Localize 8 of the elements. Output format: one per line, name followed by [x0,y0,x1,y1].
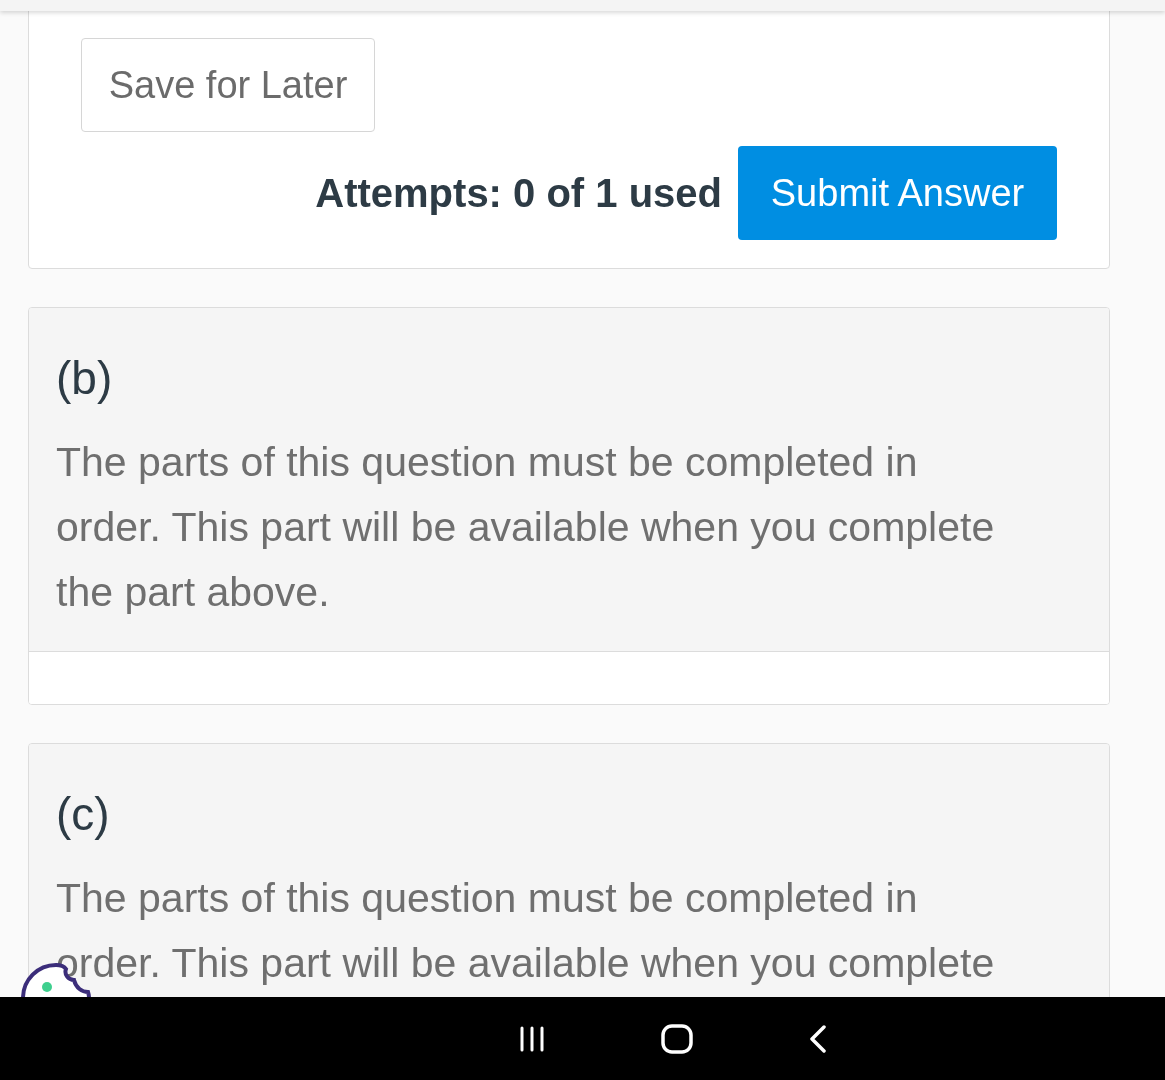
part-label: (c) [56,787,111,842]
back-icon[interactable] [807,1024,828,1053]
save-for-later-button[interactable]: Save for Later [81,38,375,132]
attempts-text: Attempts: 0 of 1 used [315,170,722,217]
home-icon[interactable] [660,1023,693,1054]
part-label: (b) [56,351,114,406]
part-locked-message: The parts of this question must be completed in order. This part will be available when you complete the part above. [56,438,996,617]
submit-answer-button[interactable]: Submit Answer [738,146,1057,240]
